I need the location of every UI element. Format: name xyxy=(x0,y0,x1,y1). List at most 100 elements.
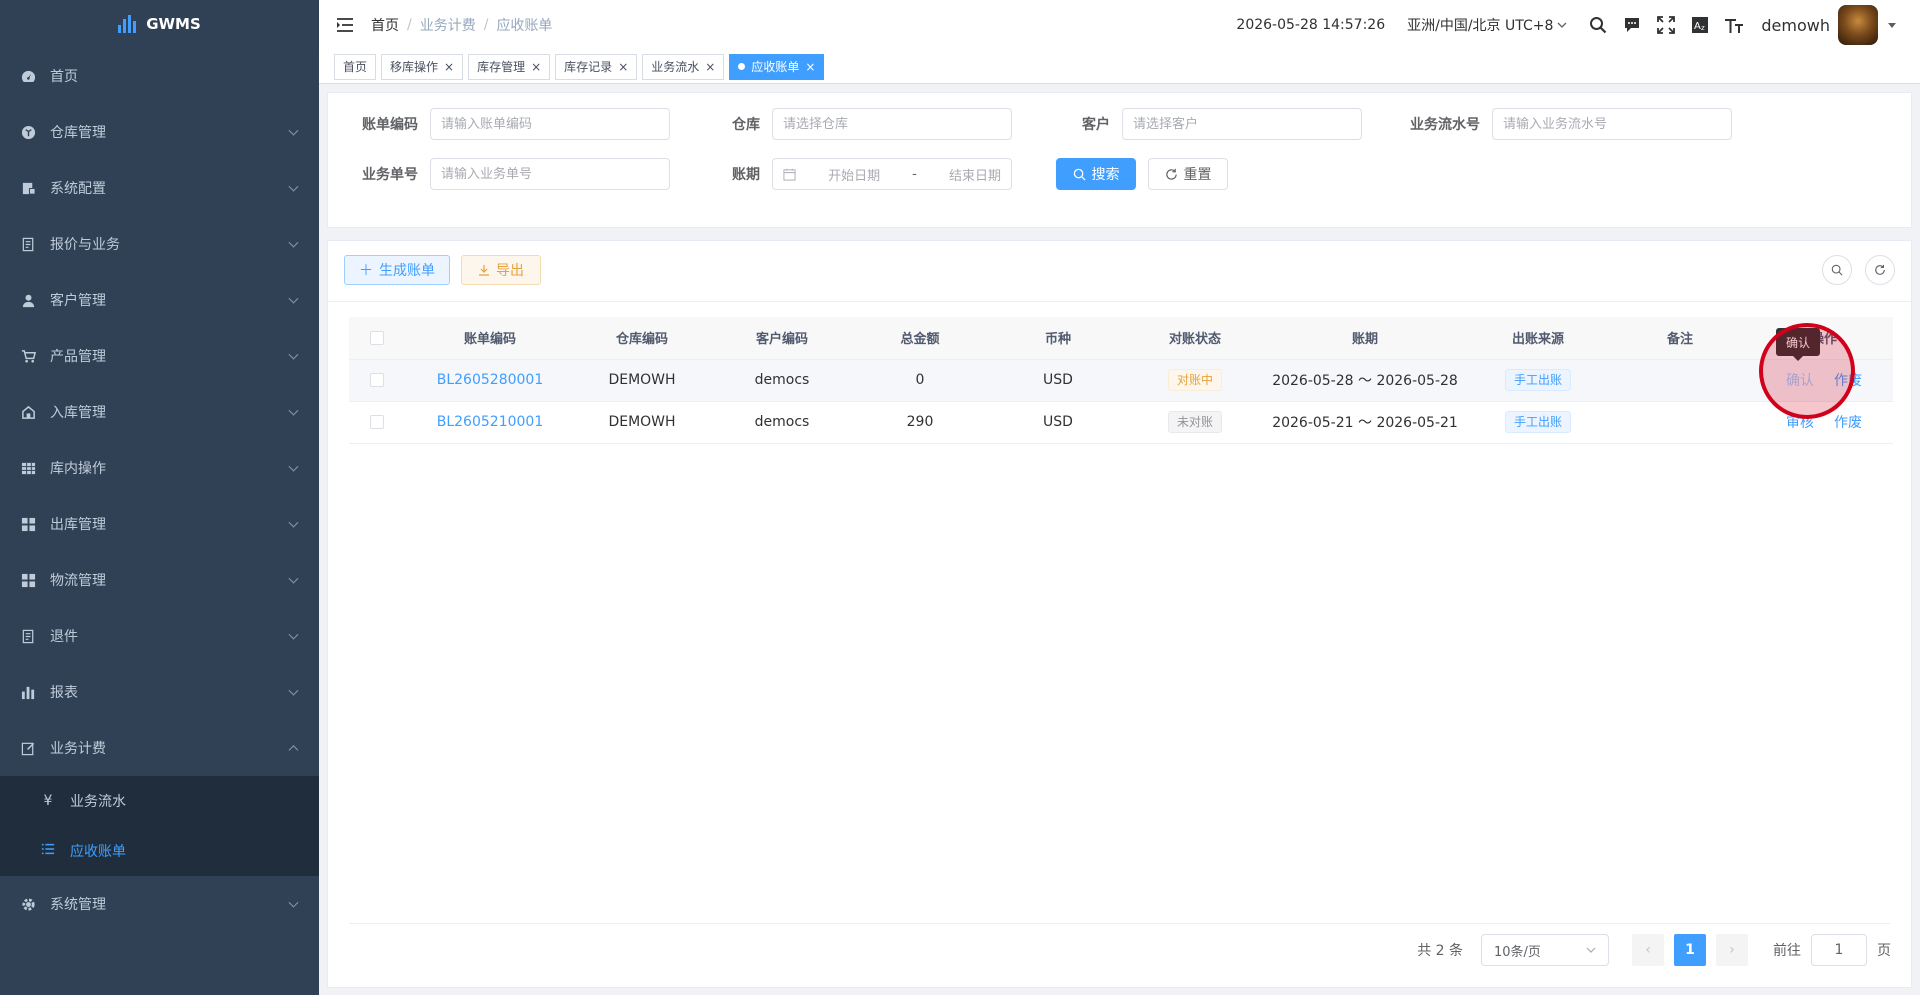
close-icon[interactable]: × xyxy=(444,60,454,74)
hamburger-icon[interactable] xyxy=(319,0,371,50)
chevron-down-icon xyxy=(288,461,299,472)
tag-move-ops[interactable]: 移库操作 × xyxy=(381,53,464,80)
chevron-down-icon xyxy=(288,685,299,696)
biz-no-input[interactable] xyxy=(430,158,670,190)
close-icon[interactable]: × xyxy=(705,60,715,74)
chevron-down-icon xyxy=(288,573,299,584)
prev-page-button[interactable]: ‹ xyxy=(1632,934,1664,966)
breadcrumb-home[interactable]: 首页 xyxy=(371,15,399,35)
biz-no-field: 业务单号 xyxy=(358,158,670,190)
sidebar-item-outbound[interactable]: 出库管理 xyxy=(0,496,319,552)
refresh-icon xyxy=(1165,168,1177,180)
fullscreen-icon[interactable] xyxy=(1649,0,1683,50)
sidebar-item-receivable-bill[interactable]: 应收账单 xyxy=(0,826,319,876)
chart-icon xyxy=(20,684,36,700)
table-header: 账单编码 仓库编码 客户编码 总金额 币种 对账状态 账期 出账来源 备注 操作 xyxy=(349,317,1893,360)
close-icon[interactable]: × xyxy=(618,60,628,74)
row-checkbox[interactable] xyxy=(370,415,384,429)
avatar[interactable] xyxy=(1838,5,1878,45)
table-icon xyxy=(20,460,36,476)
col-remark: 备注 xyxy=(1605,317,1755,360)
sidebar-item-system-admin[interactable]: 系统管理 xyxy=(0,876,319,932)
total-count: 共 2 条 xyxy=(1417,943,1463,959)
message-icon[interactable] xyxy=(1615,0,1649,50)
sidebar-item-billing[interactable]: 业务计费 xyxy=(0,720,319,776)
close-icon[interactable]: × xyxy=(531,60,541,74)
goto-page-input[interactable]: 1 xyxy=(1811,934,1867,966)
caret-down-icon[interactable] xyxy=(1888,22,1896,28)
pagination: 共 2 条 10条/页 ‹ 1 › 前往 1 页 xyxy=(1417,934,1891,966)
end-date-placeholder: 结束日期 xyxy=(948,168,1001,184)
col-amount: 总金额 xyxy=(855,317,985,360)
reset-button[interactable]: 重置 xyxy=(1148,158,1228,190)
sidebar-item-reports[interactable]: 报表 xyxy=(0,664,319,720)
close-icon[interactable]: × xyxy=(805,60,815,74)
tag-business-flow[interactable]: 业务流水 × xyxy=(642,53,725,80)
table-row: BL2605280001 DEMOWH democs 0 USD 对账中 202… xyxy=(349,359,1893,402)
search-button[interactable]: 搜索 xyxy=(1056,158,1136,190)
billing-submenu: ¥ 业务流水 应收账单 xyxy=(0,776,319,876)
bill-code-link[interactable]: BL2605210001 xyxy=(437,414,543,430)
generate-bill-button[interactable]: ＋生成账单 xyxy=(344,255,450,285)
chevron-up-icon xyxy=(288,745,299,756)
select-all-checkbox[interactable] xyxy=(370,330,384,345)
export-button[interactable]: 导出 xyxy=(461,255,541,285)
font-size-icon[interactable] xyxy=(1717,0,1751,50)
sidebar-item-inbound[interactable]: 入库管理 xyxy=(0,384,319,440)
col-period: 账期 xyxy=(1259,317,1471,360)
download-icon xyxy=(479,265,489,276)
status-badge: 未对账 xyxy=(1167,411,1222,433)
period-daterange[interactable]: 开始日期 - 结束日期 xyxy=(772,158,1012,190)
next-page-button[interactable]: › xyxy=(1716,934,1748,966)
flow-no-input[interactable] xyxy=(1492,108,1732,140)
chevron-down-icon xyxy=(288,629,299,640)
customer-select[interactable] xyxy=(1122,108,1362,140)
page-size-select[interactable]: 10条/页 xyxy=(1481,934,1609,966)
chevron-down-icon xyxy=(288,181,299,192)
click-indicator xyxy=(1759,323,1855,419)
breadcrumb-billing: 业务计费 xyxy=(419,18,476,34)
tag-receivable-bill[interactable]: 应收账单 × xyxy=(729,53,825,80)
flow-no-field: 业务流水号 xyxy=(1408,108,1732,140)
sidebar-item-home[interactable]: 首页 xyxy=(0,48,319,104)
refresh-button[interactable] xyxy=(1865,255,1895,285)
chevron-down-icon xyxy=(288,405,299,416)
chevron-down-icon xyxy=(288,897,299,908)
sidebar-item-logistics[interactable]: 物流管理 xyxy=(0,552,319,608)
warehouse-select[interactable] xyxy=(772,108,1012,140)
sidebar-item-in-warehouse-ops[interactable]: 库内操作 xyxy=(0,440,319,496)
tag-inventory[interactable]: 库存管理 × xyxy=(468,53,551,80)
app-logo[interactable]: GWMS xyxy=(0,0,319,48)
translate-icon[interactable]: Az xyxy=(1683,0,1717,50)
chevron-down-icon xyxy=(288,349,299,360)
bill-table: 账单编码 仓库编码 客户编码 总金额 币种 对账状态 账期 出账来源 备注 操作… xyxy=(349,317,1893,444)
search-icon[interactable] xyxy=(1581,0,1615,50)
page-unit: 页 xyxy=(1877,943,1891,959)
col-bill-code: 账单编码 xyxy=(405,317,575,360)
username[interactable]: demowh xyxy=(1761,16,1830,35)
page-number-current[interactable]: 1 xyxy=(1674,934,1706,966)
sidebar-item-product[interactable]: 产品管理 xyxy=(0,328,319,384)
sidebar-item-system-config[interactable]: 系统配置 xyxy=(0,160,319,216)
bill-code-link[interactable]: BL2605280001 xyxy=(437,372,543,388)
toggle-search-button[interactable] xyxy=(1822,255,1852,285)
breadcrumb: 首页 / 业务计费 / 应收账单 xyxy=(371,15,553,35)
sidebar-item-warehouse[interactable]: 仓库管理 xyxy=(0,104,319,160)
current-datetime: 2026-05-28 14:57:26 xyxy=(1236,17,1386,33)
tag-inventory-record[interactable]: 库存记录 × xyxy=(555,53,638,80)
sidebar-item-business-flow[interactable]: ¥ 业务流水 xyxy=(0,776,319,826)
table-row: BL2605210001 DEMOWH democs 290 USD 未对账 2… xyxy=(349,401,1893,444)
sidebar-item-customer[interactable]: 客户管理 xyxy=(0,272,319,328)
start-date-placeholder: 开始日期 xyxy=(828,168,881,184)
timezone-select[interactable]: 亚洲/中国/北京 UTC+8 xyxy=(1407,15,1567,35)
user-icon xyxy=(20,292,36,308)
sidebar-item-quote[interactable]: 报价与业务 xyxy=(0,216,319,272)
row-checkbox[interactable] xyxy=(370,373,384,387)
source-badge: 手工出账 xyxy=(1504,369,1571,391)
breadcrumb-receivable: 应收账单 xyxy=(496,18,553,34)
tag-home[interactable]: 首页 xyxy=(334,53,377,80)
void-link[interactable]: 作废 xyxy=(1834,415,1862,431)
bill-code-input[interactable] xyxy=(430,108,670,140)
plus-icon: ＋ xyxy=(359,263,373,279)
sidebar-item-returns[interactable]: 退件 xyxy=(0,608,319,664)
